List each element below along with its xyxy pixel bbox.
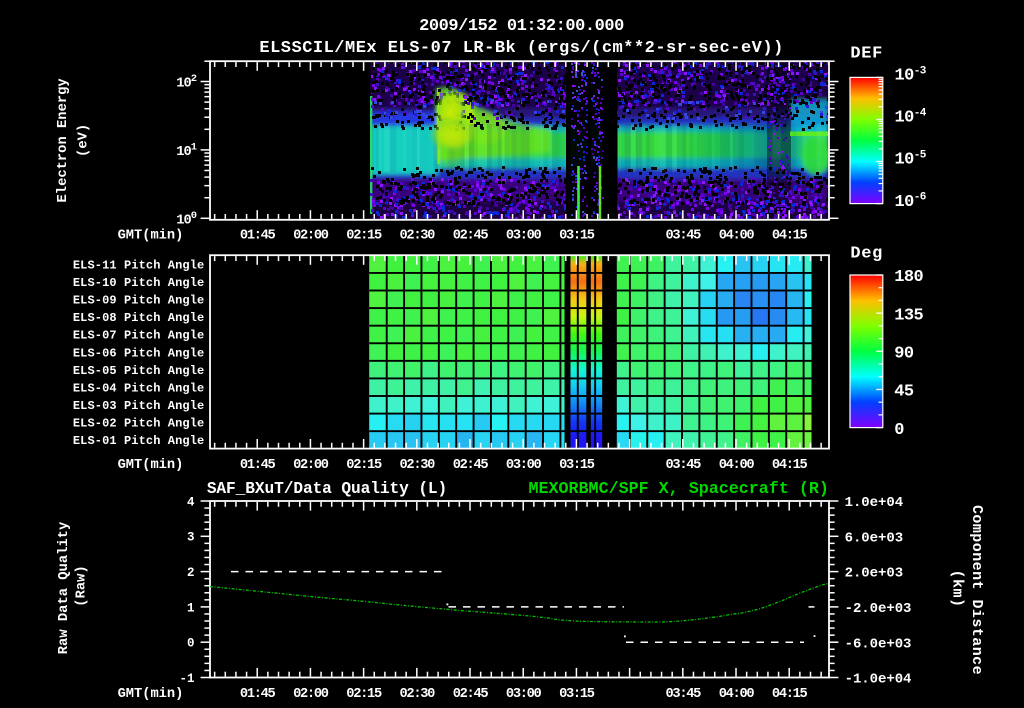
- svg-text:-6.0e+03: -6.0e+03: [845, 636, 912, 652]
- svg-text:02:00: 02:00: [293, 687, 329, 702]
- svg-text:01:45: 01:45: [240, 458, 276, 473]
- svg-text:Raw Data Quality: Raw Data Quality: [56, 521, 72, 654]
- svg-text:Deg: Deg: [850, 244, 883, 263]
- svg-text:ELS-09 Pitch Angle: ELS-09 Pitch Angle: [73, 294, 204, 308]
- svg-text:02:00: 02:00: [293, 229, 329, 244]
- svg-text:02:30: 02:30: [400, 687, 436, 702]
- svg-text:03:45: 03:45: [666, 229, 702, 244]
- svg-text:Electron Energy: Electron Energy: [55, 78, 71, 203]
- svg-text:02:45: 02:45: [453, 229, 489, 244]
- svg-text:180: 180: [894, 268, 923, 287]
- svg-text:ELS-05 Pitch Angle: ELS-05 Pitch Angle: [73, 364, 204, 378]
- svg-text:(Raw): (Raw): [74, 565, 90, 606]
- svg-text:2.0e+03: 2.0e+03: [845, 566, 903, 582]
- svg-text:-1.0e+04: -1.0e+04: [845, 672, 912, 688]
- svg-text:0: 0: [894, 421, 904, 440]
- svg-text:ELS-03 Pitch Angle: ELS-03 Pitch Angle: [73, 399, 204, 413]
- svg-text:04:00: 04:00: [719, 458, 755, 473]
- svg-text:(eV): (eV): [76, 124, 92, 157]
- svg-text:03:15: 03:15: [559, 458, 595, 473]
- svg-text:ELS-01 Pitch Angle: ELS-01 Pitch Angle: [73, 434, 204, 448]
- svg-text:ELSSCIL/MEx ELS-07 LR-Bk (erg: ELSSCIL/MEx ELS-07 LR-Bk (ergs/(cm**2-sr…: [259, 39, 783, 58]
- svg-text:03:00: 03:00: [506, 229, 542, 244]
- svg-text:SAF_BXuT/Data Quality (L): SAF_BXuT/Data Quality (L): [207, 480, 447, 498]
- svg-text:04:15: 04:15: [772, 229, 808, 244]
- svg-text:45: 45: [894, 383, 914, 402]
- svg-text:03:45: 03:45: [666, 458, 702, 473]
- svg-text:ELS-02 Pitch Angle: ELS-02 Pitch Angle: [73, 417, 204, 431]
- svg-text:GMT(min): GMT(min): [118, 687, 184, 702]
- svg-text:04:15: 04:15: [772, 687, 808, 702]
- svg-text:ELS-08 Pitch Angle: ELS-08 Pitch Angle: [73, 311, 204, 325]
- svg-text:02:15: 02:15: [346, 687, 382, 702]
- svg-text:-1: -1: [179, 672, 194, 686]
- svg-text:4: 4: [187, 495, 195, 509]
- svg-text:ELS-10 Pitch Angle: ELS-10 Pitch Angle: [73, 276, 204, 290]
- svg-text:03:00: 03:00: [506, 687, 542, 702]
- svg-text:2009/152 01:32:00.000: 2009/152 01:32:00.000: [419, 17, 624, 36]
- svg-text:02:00: 02:00: [293, 458, 329, 473]
- svg-text:04:15: 04:15: [772, 458, 808, 473]
- svg-text:GMT(min): GMT(min): [118, 458, 184, 473]
- svg-text:ELS-04 Pitch Angle: ELS-04 Pitch Angle: [73, 382, 204, 396]
- svg-text:04:00: 04:00: [719, 229, 755, 244]
- svg-text:02:30: 02:30: [400, 229, 436, 244]
- svg-text:6.0e+03: 6.0e+03: [845, 530, 903, 546]
- svg-text:3: 3: [187, 531, 195, 545]
- svg-text:02:45: 02:45: [453, 687, 489, 702]
- svg-text:02:30: 02:30: [400, 458, 436, 473]
- svg-text:MEXORBMC/SPF X, Spacecraft (R): MEXORBMC/SPF X, Spacecraft (R): [528, 480, 828, 499]
- svg-text:02:45: 02:45: [453, 458, 489, 473]
- svg-text:(km): (km): [949, 570, 966, 608]
- svg-text:-2.0e+03: -2.0e+03: [845, 601, 912, 617]
- svg-text:Component Distance: Component Distance: [968, 505, 985, 675]
- svg-text:1.0e+04: 1.0e+04: [845, 495, 903, 511]
- svg-text:2: 2: [187, 566, 195, 580]
- svg-text:ELS-06 Pitch Angle: ELS-06 Pitch Angle: [73, 346, 204, 360]
- svg-text:03:00: 03:00: [506, 458, 542, 473]
- svg-text:02:15: 02:15: [346, 229, 382, 244]
- svg-text:135: 135: [894, 306, 923, 325]
- svg-text:03:45: 03:45: [666, 687, 702, 702]
- svg-text:0: 0: [187, 637, 195, 651]
- svg-text:03:15: 03:15: [559, 687, 595, 702]
- svg-text:03:15: 03:15: [559, 229, 595, 244]
- svg-text:01:45: 01:45: [240, 229, 276, 244]
- svg-text:04:00: 04:00: [719, 687, 755, 702]
- svg-text:DEF: DEF: [850, 45, 883, 64]
- svg-text:1: 1: [187, 601, 195, 615]
- svg-text:ELS-07 Pitch Angle: ELS-07 Pitch Angle: [73, 329, 204, 343]
- svg-text:02:15: 02:15: [346, 458, 382, 473]
- svg-text:GMT(min): GMT(min): [118, 229, 184, 244]
- svg-text:90: 90: [894, 345, 914, 364]
- svg-text:ELS-11 Pitch Angle: ELS-11 Pitch Angle: [73, 258, 204, 272]
- svg-text:01:45: 01:45: [240, 687, 276, 702]
